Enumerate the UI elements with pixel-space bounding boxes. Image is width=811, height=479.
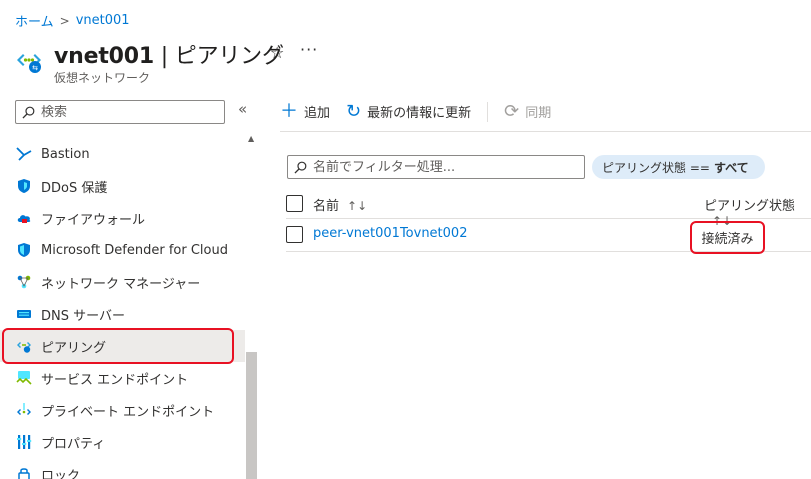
menu-item-defender[interactable]: Microsoft Defender for Cloud: [0, 234, 245, 266]
sync-button[interactable]: ⟳ 同期: [504, 102, 551, 121]
table-row: peer-vnet001Tovnet002 接続済み: [286, 219, 811, 254]
breadcrumb: ホーム > vnet001: [15, 11, 130, 30]
menu-scrollbar[interactable]: ▲: [245, 132, 258, 479]
chevron-right-icon: >: [59, 13, 70, 28]
menu-item-ddos[interactable]: DDoS 保護: [0, 170, 245, 202]
toolbar-divider: [487, 101, 489, 122]
dns-icon: [16, 306, 32, 322]
peering-state-filter-pill[interactable]: ピアリング状態 == すべて: [592, 155, 765, 179]
table-header: 名前 ↑↓ ピアリング状態↑↓: [286, 188, 811, 228]
menu-search-input[interactable]: [41, 104, 211, 120]
lock-icon: [16, 466, 32, 479]
row-checkbox[interactable]: [286, 226, 303, 243]
menu-item-firewall[interactable]: ファイアウォール: [0, 202, 245, 234]
column-header-name[interactable]: 名前 ↑↓: [313, 195, 367, 214]
scrollbar-thumb[interactable]: [246, 352, 257, 479]
scroll-up-icon[interactable]: ▲: [248, 134, 254, 143]
plus-icon: ＋: [280, 100, 298, 122]
collapse-menu-icon[interactable]: «: [238, 100, 247, 118]
filter-row: ピアリング状態 ==すべて: [287, 155, 765, 179]
menu-item-network-manager[interactable]: ネットワーク マネージャー: [0, 266, 245, 298]
select-all-checkbox[interactable]: [286, 195, 303, 212]
highlight-box: [2, 328, 234, 364]
menu-item-bastion[interactable]: Bastion: [0, 138, 245, 170]
command-bar: ＋ 追加 ↻ 最新の情報に更新 ⟳ 同期: [280, 92, 811, 132]
add-button[interactable]: ＋ 追加: [280, 102, 330, 121]
virtual-network-icon: ⇆: [17, 54, 41, 73]
resource-menu: « Bastion DDoS 保護 ファイアウォール Microsoft Def…: [0, 92, 258, 479]
defender-icon: [16, 242, 32, 258]
peering-table: 名前 ↑↓ ピアリング状態↑↓ peer-vnet001Tovnet002 接続済…: [286, 188, 811, 254]
name-filter-box[interactable]: [287, 155, 585, 179]
menu-item-service-endpoint[interactable]: サービス エンドポイント: [0, 362, 245, 394]
firewall-icon: [16, 210, 32, 226]
name-filter-input[interactable]: [313, 159, 573, 175]
menu-item-dns[interactable]: DNS サーバー: [0, 298, 245, 330]
page-title: vnet001 | ピアリング: [54, 44, 284, 69]
service-endpoint-icon: [16, 370, 32, 386]
refresh-icon: ↻: [346, 100, 362, 122]
menu-item-private-endpoint[interactable]: プライベート エンドポイント: [0, 394, 245, 426]
more-options-icon[interactable]: ···: [300, 40, 318, 59]
private-endpoint-icon: [16, 402, 32, 418]
breadcrumb-vnet-link[interactable]: vnet001: [76, 13, 130, 28]
shield-icon: [16, 178, 32, 194]
page-header: ⇆ vnet001 | ピアリング ☆ ··· 仮想ネットワーク: [14, 36, 811, 88]
menu-list: Bastion DDoS 保護 ファイアウォール Microsoft Defen…: [0, 138, 245, 479]
refresh-button[interactable]: ↻ 最新の情報に更新: [346, 102, 471, 121]
main-content: ＋ 追加 ↻ 最新の情報に更新 ⟳ 同期 ピアリング状態 ==すべて: [280, 92, 811, 479]
search-icon: [294, 161, 307, 174]
star-icon[interactable]: ☆: [270, 43, 284, 62]
properties-icon: [16, 434, 32, 450]
peering-name-link[interactable]: peer-vnet001Tovnet002: [313, 226, 467, 241]
svg-text:⇆: ⇆: [32, 64, 38, 72]
breadcrumb-home-link[interactable]: ホーム: [15, 11, 54, 30]
menu-search-box[interactable]: [15, 100, 225, 124]
network-manager-icon: [16, 274, 32, 290]
menu-item-lock[interactable]: ロック: [0, 458, 245, 479]
search-icon: [22, 106, 35, 119]
peering-state-cell: 接続済み: [690, 221, 765, 254]
menu-item-properties[interactable]: プロパティ: [0, 426, 245, 458]
menu-item-peering[interactable]: ピアリング: [0, 328, 245, 364]
bastion-icon: [16, 146, 32, 162]
sync-icon: ⟳: [504, 100, 520, 122]
page-subtitle: 仮想ネットワーク: [54, 71, 151, 85]
sort-icon[interactable]: ↑↓: [347, 199, 367, 213]
